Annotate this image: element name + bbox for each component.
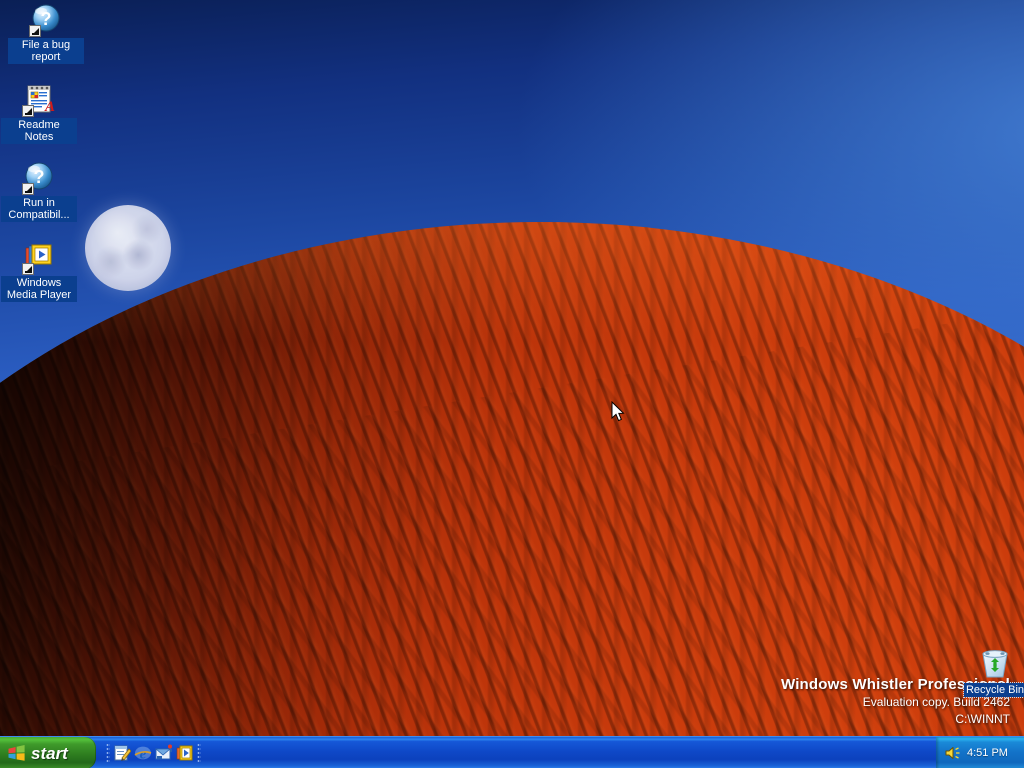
- desktop-icon-label: Readme Notes: [1, 118, 77, 144]
- start-button[interactable]: start: [0, 737, 96, 768]
- system-tray: 4:51 PM: [936, 737, 1024, 768]
- recycle-bin-icon: [979, 648, 1011, 680]
- desktop-icon-label: File a bug report: [8, 38, 84, 64]
- sand-dune-graphic: [0, 222, 1024, 768]
- desktop-screen: ? File a bug report A: [0, 0, 1024, 768]
- internet-explorer-e-icon[interactable]: e: [134, 744, 152, 762]
- help-sphere-shortcut-icon: ?: [23, 162, 55, 194]
- desktop-icon-readme-notes[interactable]: A Readme Notes: [1, 84, 77, 145]
- desktop-icon-run-in-compatibility[interactable]: ? Run in Compatibil...: [1, 162, 77, 223]
- media-player-icon[interactable]: [176, 744, 194, 762]
- shortcut-overlay-icon: [22, 183, 34, 195]
- svg-text:A: A: [44, 99, 55, 115]
- desktop-icon-label: Run in Compatibil...: [1, 196, 77, 222]
- desktop-icon-label: Recycle Bin: [964, 683, 1024, 697]
- desktop-icon-windows-media-player[interactable]: Windows Media Player: [1, 242, 77, 303]
- help-sphere-shortcut-icon: ?: [30, 4, 62, 36]
- desktop-wallpaper[interactable]: [0, 0, 1024, 768]
- quick-launch-bar: e: [101, 737, 206, 768]
- quick-launch-end-grip[interactable]: [197, 743, 201, 763]
- svg-text:e: e: [140, 746, 147, 762]
- taskbar-clock[interactable]: 4:51 PM: [967, 747, 1008, 759]
- desktop-icon-label: Windows Media Player: [1, 276, 77, 302]
- media-player-shortcut-icon: [23, 242, 55, 274]
- desktop-icon-file-a-bug-report[interactable]: ? File a bug report: [8, 4, 84, 65]
- start-button-label: start: [31, 745, 68, 762]
- taskbar: start e: [0, 736, 1024, 768]
- windows-flag-icon: [7, 744, 26, 763]
- shortcut-overlay-icon: [22, 263, 34, 275]
- svg-text:?: ?: [34, 167, 45, 187]
- desktop-icon-recycle-bin[interactable]: Recycle Bin: [957, 648, 1024, 698]
- task-button-area: [206, 737, 936, 768]
- speaker-volume-icon[interactable]: [945, 745, 961, 761]
- notepad-pencil-icon[interactable]: [113, 744, 131, 762]
- mouse-cursor: [611, 401, 625, 423]
- svg-text:?: ?: [41, 9, 52, 29]
- shortcut-overlay-icon: [22, 105, 34, 117]
- outlook-express-mail-icon[interactable]: [155, 744, 173, 762]
- shortcut-overlay-icon: [29, 25, 41, 37]
- dune-crest-highlight: [0, 222, 1024, 342]
- quick-launch-grip-handle[interactable]: [106, 743, 110, 763]
- wordpad-document-shortcut-icon: A: [23, 84, 55, 116]
